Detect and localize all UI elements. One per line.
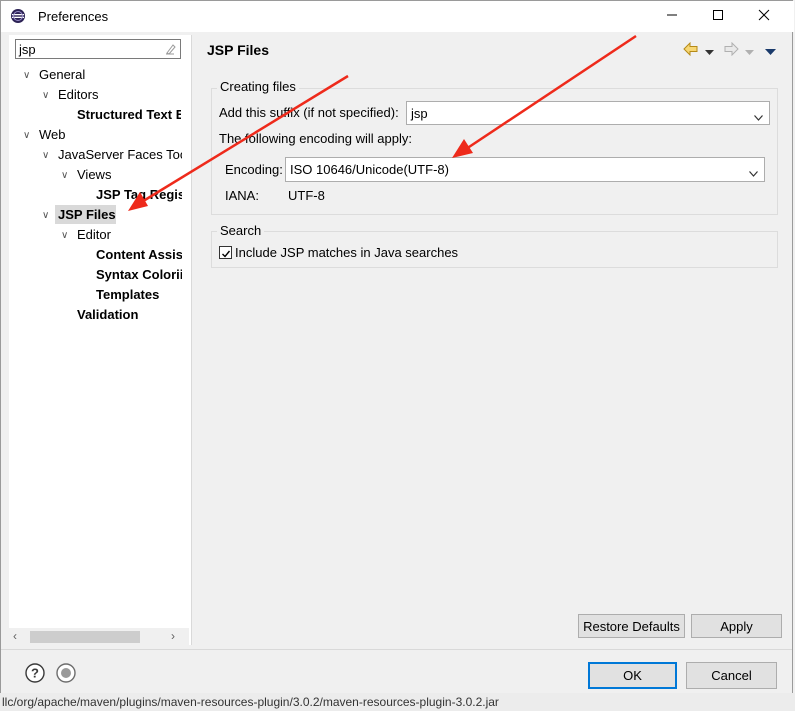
horizontal-scrollbar[interactable]: ‹ › bbox=[9, 628, 189, 645]
tree-item-general[interactable]: General bbox=[39, 67, 85, 82]
encoding-label: Encoding: bbox=[225, 162, 283, 177]
preferences-icon[interactable] bbox=[56, 663, 76, 686]
chevron-down-icon[interactable] bbox=[705, 45, 714, 59]
creating-files-legend: Creating files bbox=[217, 79, 299, 94]
close-button[interactable] bbox=[741, 1, 787, 32]
collapse-arrow-icon[interactable]: ∨ bbox=[23, 70, 30, 81]
scroll-right-icon[interactable]: › bbox=[171, 629, 175, 643]
encoding-value: ISO 10646/Unicode(UTF-8) bbox=[290, 162, 449, 177]
tree-item-views[interactable]: Views bbox=[77, 167, 111, 182]
window-title: Preferences bbox=[38, 9, 109, 24]
tree-item-jsp-files[interactable]: JSP Files bbox=[58, 207, 116, 222]
help-icon[interactable]: ? bbox=[25, 663, 45, 686]
view-menu-icon[interactable] bbox=[765, 45, 776, 59]
minimize-button[interactable] bbox=[649, 1, 695, 32]
restore-defaults-button[interactable]: Restore Defaults bbox=[578, 614, 685, 638]
include-jsp-label[interactable]: Include JSP matches in Java searches bbox=[235, 245, 458, 260]
maximize-button[interactable] bbox=[695, 1, 741, 32]
cancel-button[interactable]: Cancel bbox=[686, 662, 777, 689]
chevron-down-icon[interactable] bbox=[745, 45, 754, 59]
page-header: JSP Files bbox=[193, 35, 792, 65]
scroll-left-icon[interactable]: ‹ bbox=[13, 629, 17, 643]
suffix-value: jsp bbox=[411, 106, 428, 121]
clear-filter-icon[interactable] bbox=[164, 43, 176, 55]
tree-item-templates[interactable]: Templates bbox=[96, 287, 159, 302]
tree-item-syntax-coloring[interactable]: Syntax Colorii bbox=[96, 267, 182, 282]
filter-text: jsp bbox=[19, 42, 36, 57]
tree-item-editor[interactable]: Editor bbox=[77, 227, 111, 242]
ok-button[interactable]: OK bbox=[588, 662, 677, 689]
suffix-combo[interactable]: jsp bbox=[406, 101, 770, 125]
page-title: JSP Files bbox=[207, 42, 270, 58]
preference-tree-panel: jsp ∨ General ∨ Editors Structured Text … bbox=[9, 35, 192, 645]
collapse-arrow-icon[interactable]: ∨ bbox=[42, 210, 49, 221]
include-jsp-checkbox[interactable] bbox=[219, 246, 232, 259]
forward-icon[interactable] bbox=[723, 41, 739, 59]
filter-input[interactable]: jsp bbox=[15, 39, 181, 59]
tree-item-validation[interactable]: Validation bbox=[77, 307, 138, 322]
tree-item-editors[interactable]: Editors bbox=[58, 87, 98, 102]
eclipse-icon bbox=[10, 8, 26, 24]
iana-value: UTF-8 bbox=[288, 188, 325, 203]
back-icon[interactable] bbox=[683, 41, 699, 59]
status-bar: llc/org/apache/maven/plugins/maven-resou… bbox=[0, 693, 795, 711]
collapse-arrow-icon[interactable]: ∨ bbox=[23, 130, 30, 141]
chevron-down-icon bbox=[749, 166, 758, 177]
iana-label: IANA: bbox=[225, 188, 259, 203]
collapse-arrow-icon[interactable]: ∨ bbox=[61, 230, 68, 241]
preferences-window: Preferences jsp ∨ General ∨ Editors Stru… bbox=[0, 0, 794, 693]
status-text: llc/org/apache/maven/plugins/maven-resou… bbox=[2, 695, 499, 709]
collapse-arrow-icon[interactable]: ∨ bbox=[42, 90, 49, 101]
chevron-down-icon bbox=[754, 110, 763, 121]
suffix-label: Add this suffix (if not specified): bbox=[219, 105, 399, 120]
collapse-arrow-icon[interactable]: ∨ bbox=[61, 170, 68, 181]
encoding-note: The following encoding will apply: bbox=[219, 131, 412, 146]
apply-button[interactable]: Apply bbox=[691, 614, 782, 638]
bottom-separator bbox=[1, 649, 792, 650]
minimize-icon bbox=[666, 9, 678, 24]
encoding-combo[interactable]: ISO 10646/Unicode(UTF-8) bbox=[285, 157, 765, 182]
maximize-icon bbox=[712, 9, 724, 24]
tree-item-structured-text[interactable]: Structured Text E bbox=[77, 107, 181, 122]
close-icon bbox=[758, 9, 770, 24]
checkbox-checked-icon bbox=[221, 248, 231, 262]
svg-text:?: ? bbox=[31, 666, 39, 681]
tree-item-jsp-tag[interactable]: JSP Tag Regis bbox=[96, 187, 182, 202]
tree-item-web[interactable]: Web bbox=[39, 127, 66, 142]
scrollbar-thumb[interactable] bbox=[30, 631, 140, 643]
collapse-arrow-icon[interactable]: ∨ bbox=[42, 150, 49, 161]
title-bar: Preferences bbox=[1, 1, 794, 32]
tree-item-jsf-tools[interactable]: JavaServer Faces Toc bbox=[58, 147, 182, 162]
search-legend: Search bbox=[217, 223, 265, 238]
tree-item-content-assist[interactable]: Content Assis bbox=[96, 247, 182, 262]
